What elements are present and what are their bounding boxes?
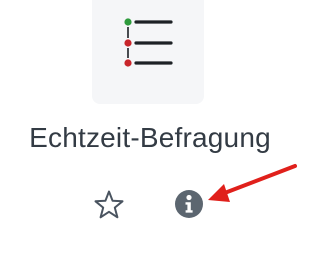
- red-arrow-icon: [208, 164, 297, 202]
- star-button[interactable]: [92, 188, 126, 222]
- activity-card: Echtzeit-Befragung: [0, 0, 300, 254]
- list-icon: [124, 18, 173, 67]
- module-title[interactable]: Echtzeit-Befragung: [0, 122, 300, 154]
- module-icon-tile[interactable]: [92, 0, 204, 104]
- star-icon: [94, 190, 124, 219]
